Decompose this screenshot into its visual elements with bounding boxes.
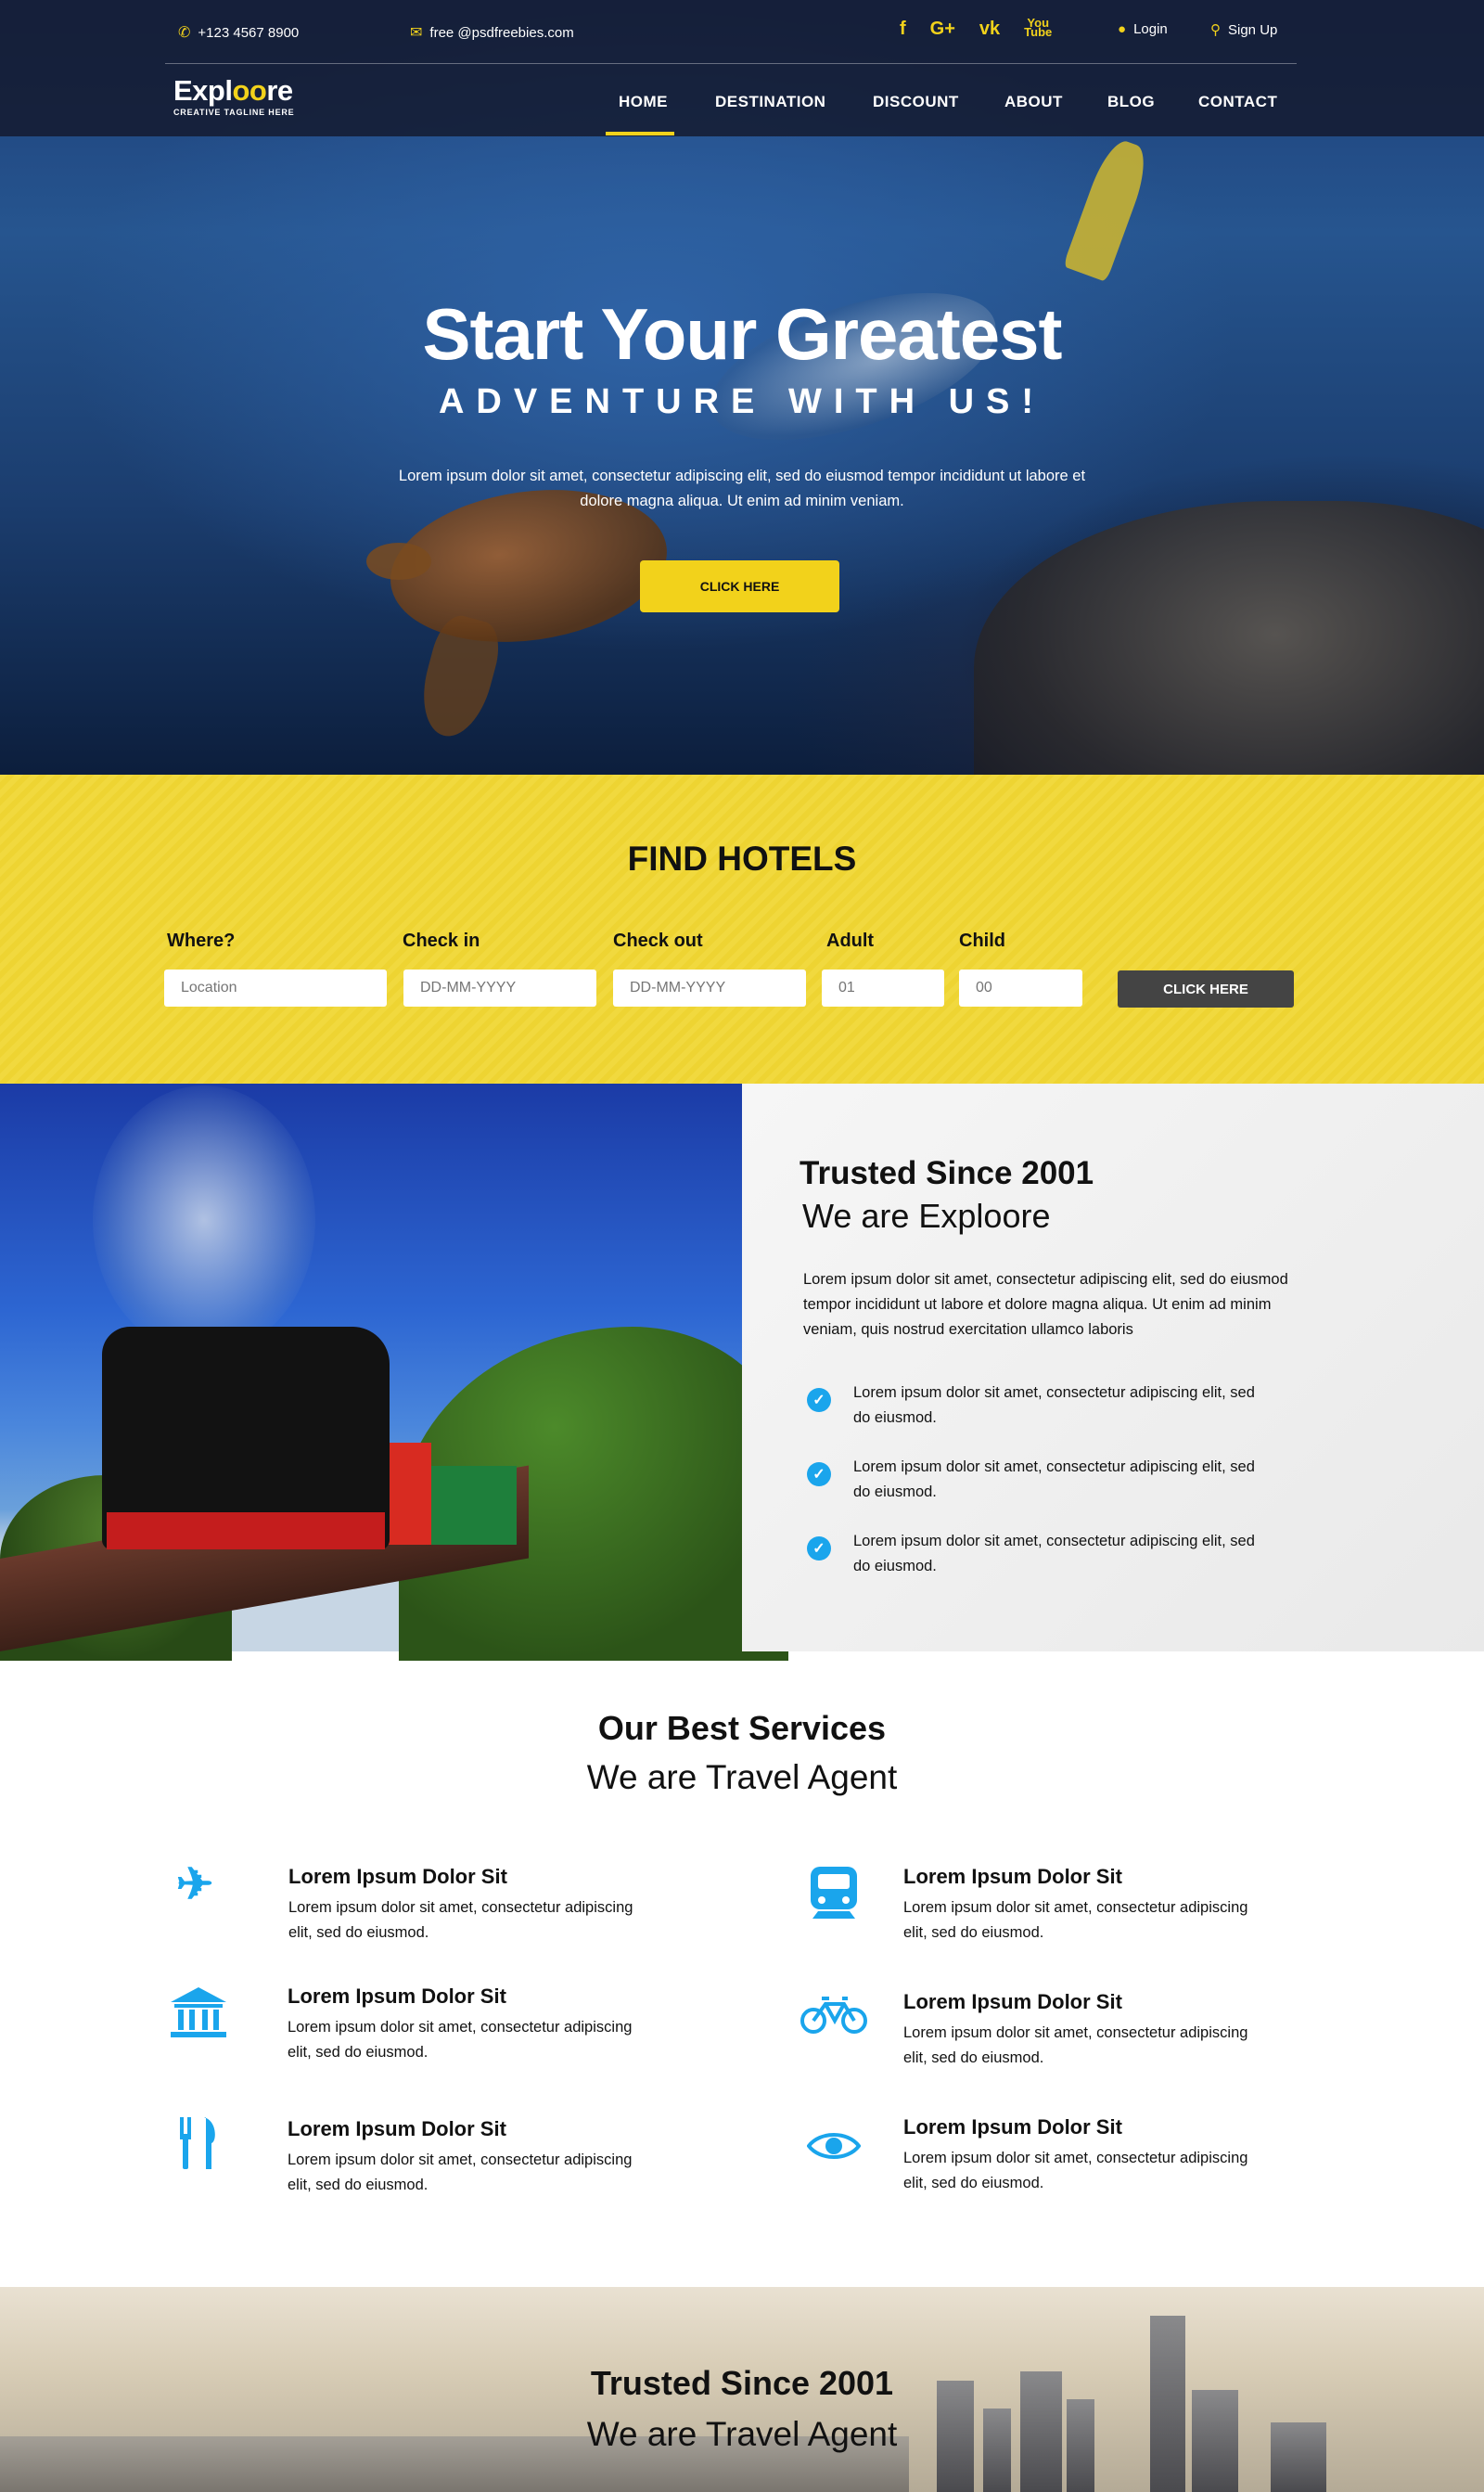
key-icon: ⚲ [1210, 22, 1221, 38]
services-heading: Our Best Services [597, 1709, 887, 1747]
services-subheading: We are Travel Agent [586, 1758, 898, 1796]
service-title: Lorem Ipsum Dolor Sit [903, 2115, 1122, 2139]
find-hotels-title: FIND HOTELS [627, 840, 857, 878]
adult-label: Adult [826, 931, 875, 951]
phone-number: +123 4567 8900 [198, 24, 300, 41]
email-contact[interactable]: ✉ free @psdfreebies.com [410, 23, 574, 42]
about-heading: Trusted Since 2001 [800, 1155, 1094, 1191]
phone-contact[interactable]: ✆ +123 4567 8900 [178, 23, 299, 42]
vk-icon[interactable]: vk [979, 19, 1000, 40]
about-subheading: We are Exploore [802, 1197, 1051, 1235]
signup-link[interactable]: ⚲ Sign Up [1210, 21, 1278, 39]
service-title: Lorem Ipsum Dolor Sit [903, 1990, 1122, 2013]
check-text: Lorem ipsum dolor sit amet, consectetur … [853, 1458, 1255, 1500]
airplane-icon: ✈ [176, 1860, 214, 1909]
city-subheading: We are Travel Agent [586, 2415, 898, 2453]
signup-label: Sign Up [1228, 21, 1278, 38]
city-heading: Trusted Since 2001 [590, 2364, 894, 2402]
train-icon [809, 1865, 859, 1929]
hero-title: Start Your Greatest [422, 293, 1062, 375]
youtube-icon[interactable]: You Tube [1024, 17, 1052, 40]
find-hotels-section: FIND HOTELS Where? Check in Check out Ad… [0, 775, 1484, 1084]
skyscraper [1150, 2316, 1185, 2492]
child-input[interactable] [959, 970, 1082, 1007]
hero-cta-button[interactable]: CLICK HERE [640, 560, 839, 612]
service-title: Lorem Ipsum Dolor Sit [288, 2117, 506, 2140]
train-car-green [429, 1466, 517, 1545]
restaurant-icon [176, 2115, 221, 2179]
service-description: Lorem ipsum dolor sit amet, consectetur … [288, 2019, 633, 2061]
steam-smoke [93, 1085, 315, 1355]
nav-about[interactable]: ABOUT [1004, 93, 1063, 111]
service-title: Lorem Ipsum Dolor Sit [288, 1985, 506, 2008]
check-text: Lorem ipsum dolor sit amet, consectetur … [853, 1384, 1255, 1426]
checkout-label: Check out [613, 931, 703, 951]
train-car-red [385, 1443, 431, 1545]
nav-home[interactable]: HOME [619, 93, 668, 111]
checkin-label: Check in [403, 931, 480, 951]
service-description: Lorem ipsum dolor sit amet, consectetur … [288, 2152, 633, 2193]
bicycle-icon [800, 1995, 868, 2044]
search-hotels-button[interactable]: CLICK HERE [1118, 970, 1294, 1008]
location-input[interactable] [164, 970, 387, 1007]
google-plus-icon[interactable]: G+ [930, 19, 955, 40]
child-label: Child [959, 931, 1005, 951]
nav-destination[interactable]: DESTINATION [715, 93, 825, 111]
about-paragraph: Lorem ipsum dolor sit amet, consectetur … [803, 1271, 1288, 1338]
eye-icon [806, 2126, 862, 2171]
turtle-head [366, 543, 431, 580]
check-text: Lorem ipsum dolor sit amet, consectetur … [853, 1533, 1255, 1574]
hero-subtitle: ADVENTURE WITH US! [438, 382, 1046, 421]
envelope-icon: ✉ [410, 25, 423, 41]
where-label: Where? [167, 931, 236, 951]
login-link[interactable]: ● Login [1118, 21, 1168, 37]
checkin-input[interactable] [403, 970, 596, 1007]
nav-discount[interactable]: DISCOUNT [873, 93, 959, 111]
hero-description: Lorem ipsum dolor sit amet, consectetur … [398, 468, 1086, 509]
service-description: Lorem ipsum dolor sit amet, consectetur … [903, 2024, 1248, 2066]
user-icon: ● [1118, 21, 1127, 37]
adult-input[interactable] [822, 970, 944, 1007]
main-nav: HOME DESTINATION DISCOUNT ABOUT BLOG CON… [0, 91, 1484, 137]
service-description: Lorem ipsum dolor sit amet, consectetur … [288, 1899, 633, 1941]
nav-contact[interactable]: CONTACT [1198, 93, 1277, 111]
service-title: Lorem Ipsum Dolor Sit [903, 1865, 1122, 1888]
header-divider [165, 63, 1297, 64]
checkout-input[interactable] [613, 970, 806, 1007]
bank-icon [169, 1985, 228, 2049]
checkmark-icon: ✓ [807, 1536, 831, 1561]
service-description: Lorem ipsum dolor sit amet, consectetur … [903, 1899, 1248, 1941]
social-links: f G+ vk You Tube [900, 17, 1052, 40]
email-address: free @psdfreebies.com [429, 24, 574, 41]
login-label: Login [1133, 21, 1168, 37]
checkmark-icon: ✓ [807, 1462, 831, 1486]
coral-reef [974, 501, 1484, 775]
service-description: Lorem ipsum dolor sit amet, consectetur … [903, 2150, 1248, 2191]
service-title: Lorem Ipsum Dolor Sit [288, 1865, 507, 1888]
phone-icon: ✆ [178, 25, 191, 41]
nav-active-indicator [606, 132, 674, 135]
locomotive-frame [107, 1512, 385, 1549]
swim-fin [1062, 135, 1155, 283]
checkmark-icon: ✓ [807, 1388, 831, 1412]
facebook-icon[interactable]: f [900, 19, 906, 40]
nav-blog[interactable]: BLOG [1107, 93, 1155, 111]
